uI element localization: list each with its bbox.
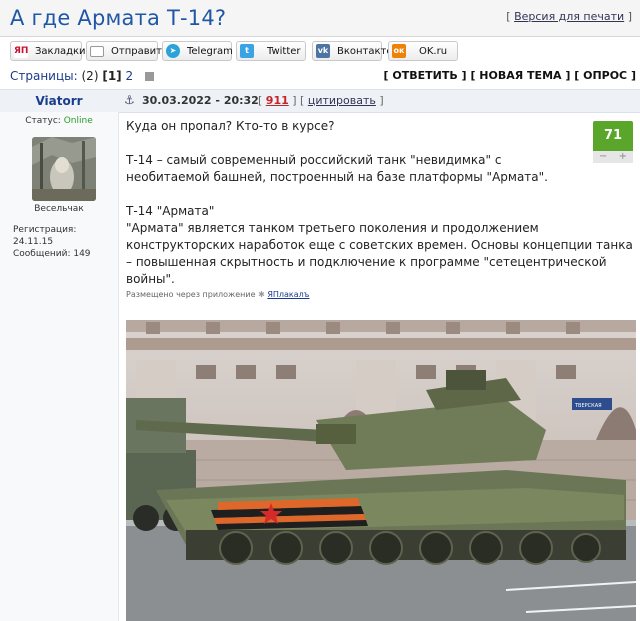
post-number[interactable]: 911 [266,94,289,107]
topic-actions: [ ОТВЕТИТЬ ] [ НОВАЯ ТЕМА ] [ ОПРОС ] [384,69,636,82]
page-current: [1] [102,69,122,83]
post-meta: [ 911 ] [ цитировать ] [258,94,384,107]
app-link[interactable]: ЯПлакалъ [267,290,309,299]
post-date: 30.03.2022 - 20:32 [142,94,259,107]
posted-via-label: Размещено через приложение [126,290,256,299]
messages-label: Сообщений: [13,249,71,259]
registration-value: 24.11.15 [13,237,54,247]
new-topic-button[interactable]: [ НОВАЯ ТЕМА ] [470,69,570,82]
post-author: Viatorr [0,90,118,112]
messages-value: 149 [73,249,91,259]
topic-header: А где Армата Т-14? [ Версия для печати ] [0,0,640,37]
print-version: [ Версия для печати ] [506,10,632,23]
poll-button[interactable]: [ ОПРОС ] [574,69,636,82]
registration-label: Регистрация: [13,225,77,235]
post-paragraph: Куда он пропал? Кто-то в курсе? [126,119,335,133]
print-version-link[interactable]: Версия для печати [514,10,624,23]
twitter-button[interactable]: t Twitter [236,41,306,61]
mail-icon [90,46,104,57]
vk-label: Вконтакте [337,46,393,57]
bookmarks-button[interactable]: ЯП Закладки [10,41,86,61]
odnoklassniki-icon: ок [392,44,406,58]
odnoklassniki-label: OK.ru [419,46,448,57]
pagination: Страницы: (2) [1] 2 [10,69,154,83]
post-image[interactable]: ТВЕРСКАЯ [126,320,636,621]
send-label: Отправить [111,46,168,57]
yaplakal-icon: ЯП [14,44,29,58]
post-header: Viatorr ⚓ 30.03.2022 - 20:32 [ 911 ] [ ц… [0,89,640,113]
topic-title: А где Армата Т-14? [10,6,227,30]
messages-row: Сообщений: 149 [13,248,118,260]
status-label: Статус: [25,116,61,126]
post-body: Куда он пропал? Кто-то в курсе? Т-14 – с… [126,118,636,288]
post-paragraph: Т-14 "Армата" [126,204,215,218]
pages-label[interactable]: Страницы: [10,69,78,83]
user-status: Статус: Online [0,116,118,126]
user-info-panel: Статус: Online Весельчак Регистрация: 24… [0,112,119,621]
vk-button[interactable]: vk Вконтакте [312,41,393,61]
status-value: Online [63,116,93,126]
odnoklassniki-button[interactable]: ок OK.ru [388,41,458,61]
post-paragraph: Т-14 – самый современный российский танк… [126,153,548,184]
avatar[interactable] [32,137,96,201]
post-paragraph: "Армата" является танком третьего поколе… [126,221,633,286]
quote-link[interactable]: цитировать [308,94,376,107]
twitter-icon: t [240,44,254,58]
twitter-label: Twitter [267,46,301,57]
posted-via: Размещено через приложение ✱ ЯПлакалъ [126,290,309,299]
vk-icon: vk [316,44,330,58]
user-stats: Регистрация: 24.11.15 Сообщений: 149 [13,224,118,260]
telegram-icon: ➤ [166,44,180,58]
page-jump-icon[interactable] [144,72,154,81]
bookmarks-label: Закладки [35,46,86,57]
pagination-row: Страницы: (2) [1] 2 [ ОТВЕТИТЬ ] [ НОВАЯ… [0,66,640,88]
pages-count: (2) [81,69,99,83]
anchor-icon[interactable]: ⚓ [124,93,135,107]
author-link[interactable]: Viatorr [35,94,82,108]
reply-button[interactable]: [ ОТВЕТИТЬ ] [384,69,467,82]
page-2-link[interactable]: 2 [125,69,133,83]
user-title: Весельчак [34,204,84,214]
street-sign-text: ТВЕРСКАЯ [574,403,602,409]
telegram-button[interactable]: ➤ Telegram [162,41,233,61]
registration-row: Регистрация: 24.11.15 [13,224,118,248]
send-button[interactable]: Отправить [86,41,168,61]
telegram-label: Telegram [187,46,233,57]
app-icon: ✱ [258,290,265,299]
